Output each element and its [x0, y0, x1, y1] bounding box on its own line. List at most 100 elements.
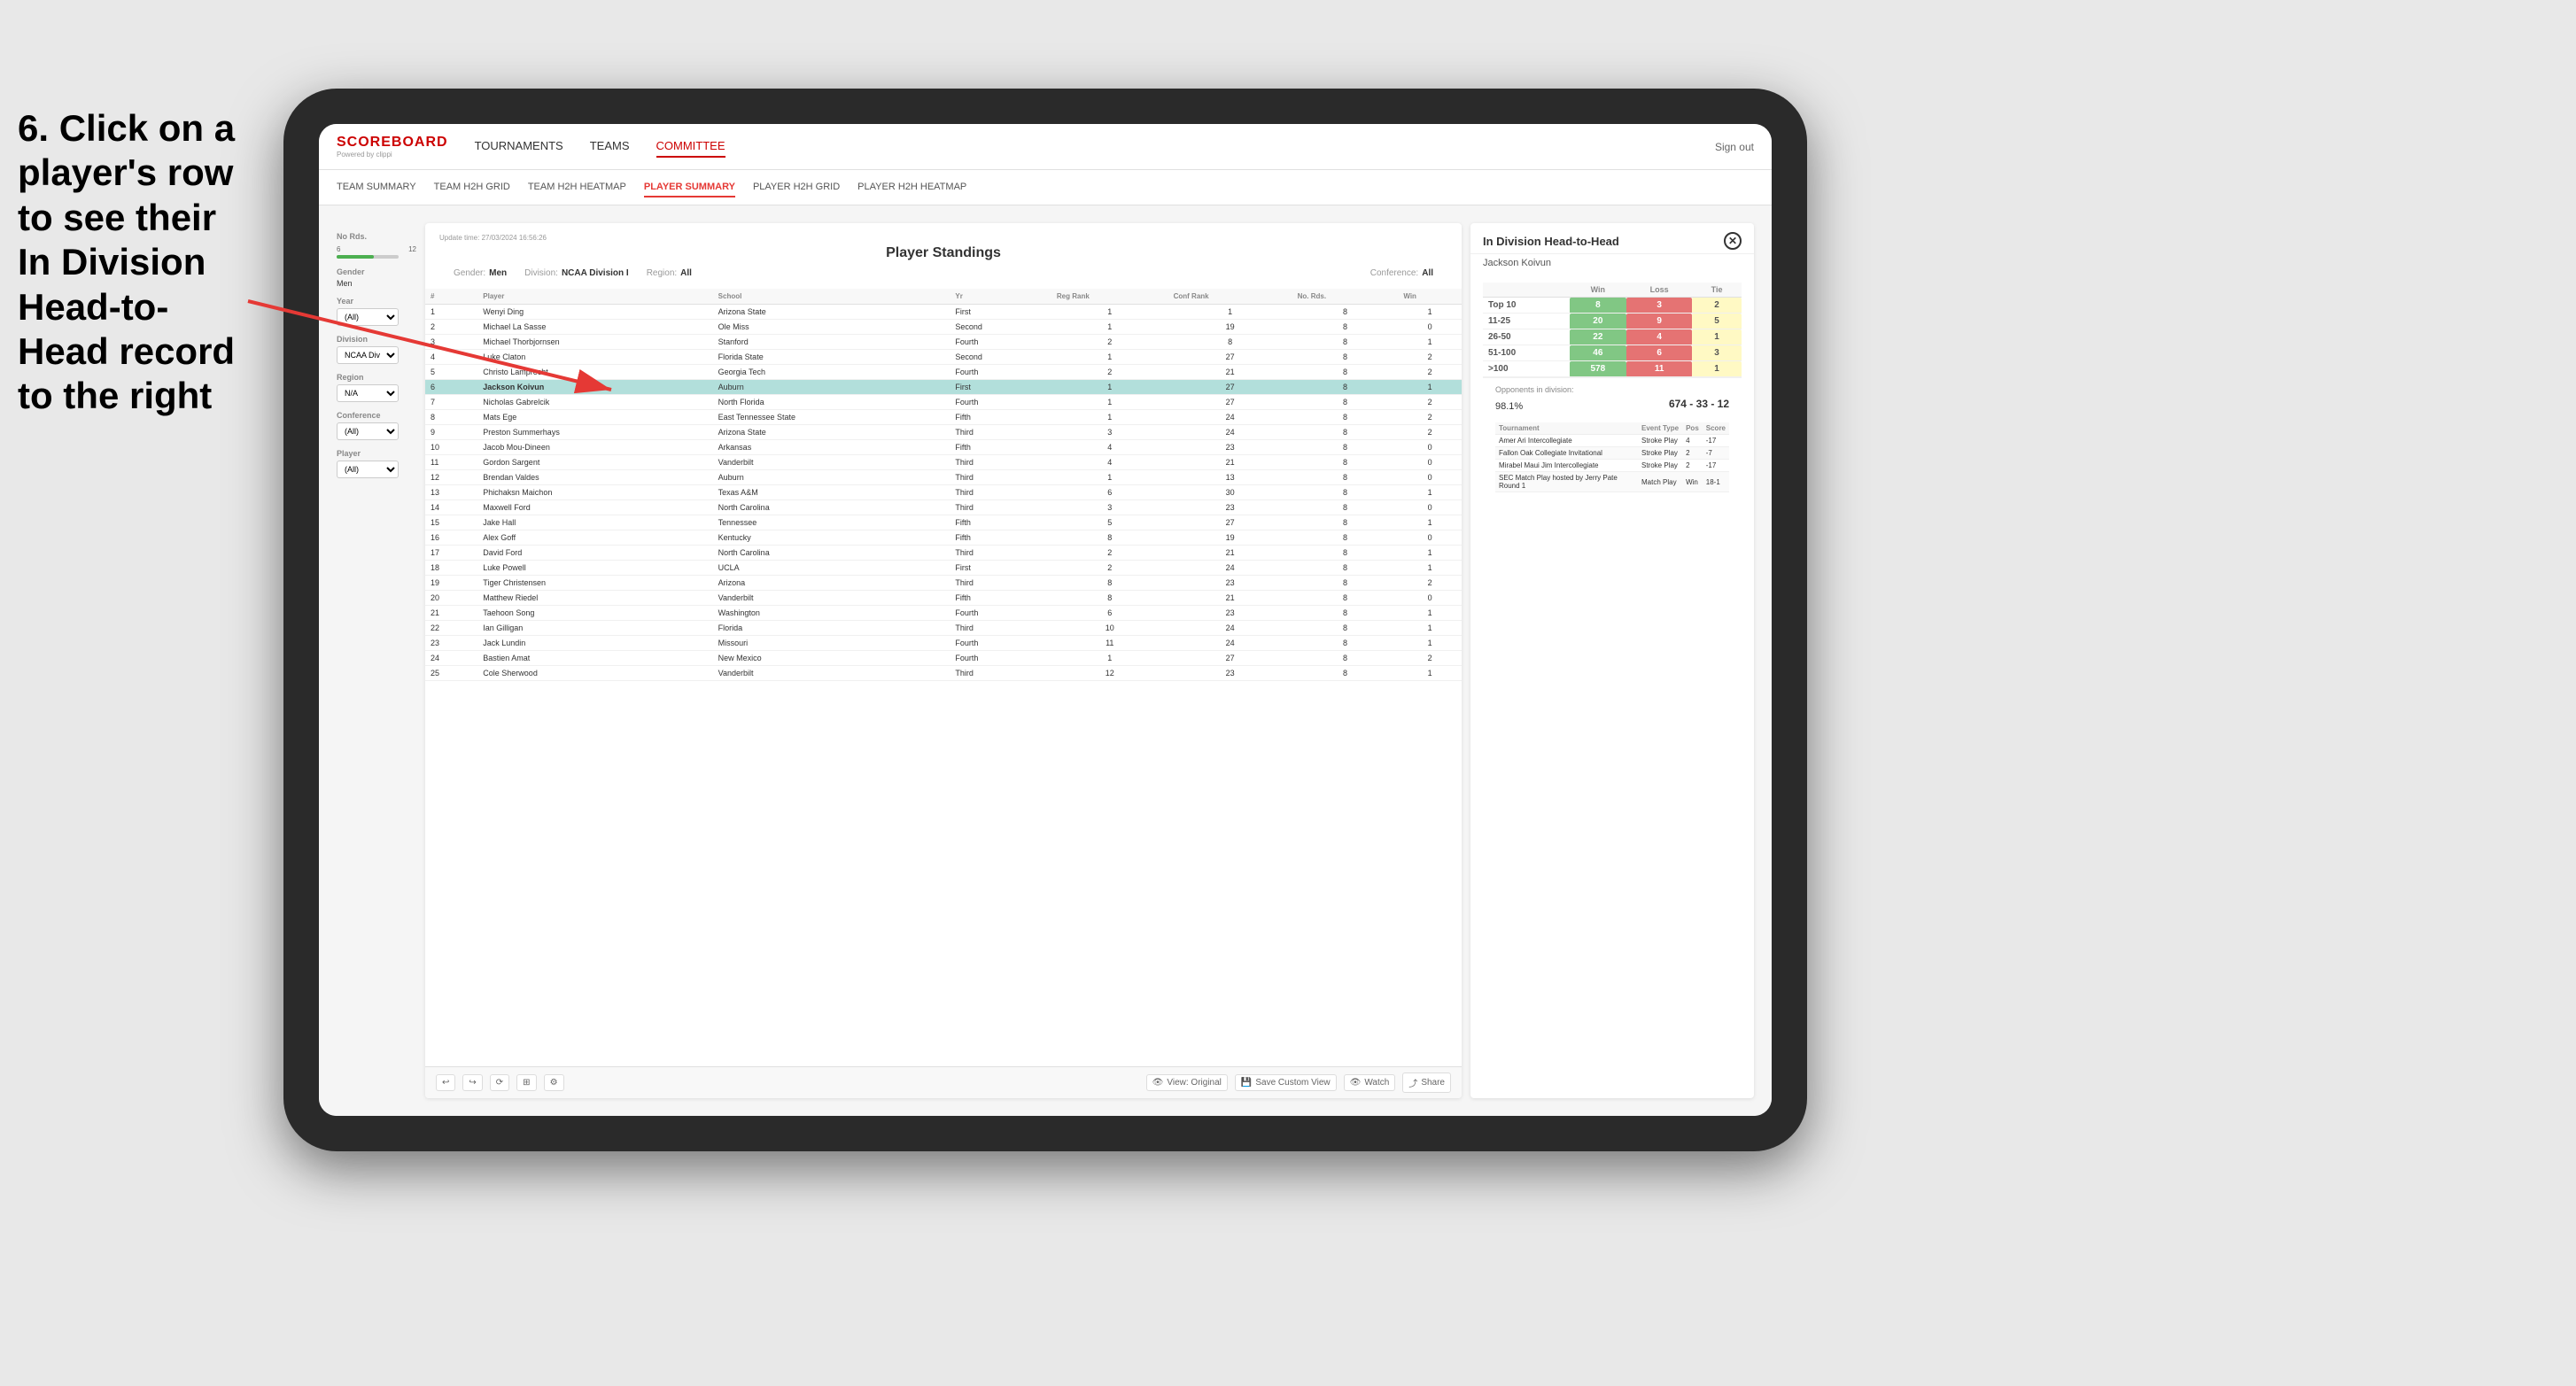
cell-reg: 1	[1051, 410, 1168, 425]
cell-win: 2	[1398, 395, 1462, 410]
redo-button[interactable]: ↪	[462, 1074, 482, 1091]
no-rds-slider[interactable]: 6 12	[337, 245, 416, 259]
table-row[interactable]: 8 Mats Ege East Tennessee State Fifth 1 …	[425, 410, 1462, 425]
cell-num: 21	[425, 606, 477, 621]
refresh-button[interactable]: ⟳	[490, 1074, 509, 1091]
cell-yr: Third	[950, 425, 1051, 440]
t-score: 18-1	[1703, 472, 1729, 492]
cell-yr: Fifth	[950, 591, 1051, 606]
nav-committee[interactable]: COMMITTEE	[656, 136, 725, 158]
cell-yr: Second	[950, 350, 1051, 365]
cell-school: Stanford	[713, 335, 950, 350]
cell-num: 5	[425, 365, 477, 380]
nav-tournaments[interactable]: TOURNAMENTS	[475, 136, 563, 158]
conference-select[interactable]: (All)	[337, 422, 399, 440]
tab-team-h2h-heatmap[interactable]: TEAM H2H HEATMAP	[528, 178, 626, 197]
t-pos: Win	[1682, 472, 1703, 492]
table-row[interactable]: 25 Cole Sherwood Vanderbilt Third 12 23 …	[425, 666, 1462, 681]
cell-player: Taehoon Song	[477, 606, 712, 621]
table-row[interactable]: 4 Luke Claton Florida State Second 1 27 …	[425, 350, 1462, 365]
instruction-text: 6. Click on a player's row to see their …	[0, 89, 257, 437]
cell-conf: 27	[1168, 515, 1292, 530]
h2h-win: 578	[1570, 361, 1626, 377]
cell-reg: 3	[1051, 425, 1168, 440]
cell-reg: 8	[1051, 576, 1168, 591]
table-row[interactable]: 13 Phichaksn Maichon Texas A&M Third 6 3…	[425, 485, 1462, 500]
undo-button[interactable]: ↩	[436, 1074, 455, 1091]
year-filter: Year (All)	[337, 297, 416, 326]
table-row[interactable]: 14 Maxwell Ford North Carolina Third 3 2…	[425, 500, 1462, 515]
tab-player-h2h-grid[interactable]: PLAYER H2H GRID	[753, 178, 840, 197]
cell-reg: 5	[1051, 515, 1168, 530]
region-select[interactable]: N/A	[337, 384, 399, 402]
cell-school: Tennessee	[713, 515, 950, 530]
cell-reg: 8	[1051, 591, 1168, 606]
table-row[interactable]: 10 Jacob Mou-Dineen Arkansas Fifth 4 23 …	[425, 440, 1462, 455]
save-custom-button[interactable]: 💾 Save Custom View	[1235, 1074, 1337, 1091]
tablet-frame: SCOREBOARD Powered by clippi TOURNAMENTS…	[283, 89, 1807, 1151]
nav-teams[interactable]: TEAMS	[590, 136, 630, 158]
cell-rds: 8	[1292, 320, 1399, 335]
cell-player: Jake Hall	[477, 515, 712, 530]
table-row[interactable]: 19 Tiger Christensen Arizona Third 8 23 …	[425, 576, 1462, 591]
table-row[interactable]: 22 Ian Gilligan Florida Third 10 24 8 1	[425, 621, 1462, 636]
h2h-row: 26-50 22 4 1	[1483, 329, 1742, 345]
year-select[interactable]: (All)	[337, 308, 399, 326]
cell-win: 1	[1398, 515, 1462, 530]
h2h-win: 46	[1570, 345, 1626, 361]
col-rds: No. Rds.	[1292, 289, 1399, 305]
cell-school: Georgia Tech	[713, 365, 950, 380]
tab-player-h2h-heatmap[interactable]: PLAYER H2H HEATMAP	[857, 178, 966, 197]
table-row[interactable]: 6 Jackson Koivun Auburn First 1 27 8 1	[425, 380, 1462, 395]
cell-conf: 23	[1168, 666, 1292, 681]
h2h-close-button[interactable]: ✕	[1724, 232, 1742, 250]
cell-reg: 6	[1051, 485, 1168, 500]
watch-button[interactable]: 👁 Watch	[1344, 1074, 1396, 1091]
cell-player: Ian Gilligan	[477, 621, 712, 636]
share-button[interactable]: ⤴ Share	[1402, 1072, 1451, 1093]
table-row[interactable]: 3 Michael Thorbjornsen Stanford Fourth 2…	[425, 335, 1462, 350]
table-row[interactable]: 1 Wenyi Ding Arizona State First 1 1 8 1	[425, 305, 1462, 320]
table-row[interactable]: 15 Jake Hall Tennessee Fifth 5 27 8 1	[425, 515, 1462, 530]
table-row[interactable]: 16 Alex Goff Kentucky Fifth 8 19 8 0	[425, 530, 1462, 546]
table-row[interactable]: 24 Bastien Amat New Mexico Fourth 1 27 8…	[425, 651, 1462, 666]
table-row[interactable]: 5 Christo Lamprecht Georgia Tech Fourth …	[425, 365, 1462, 380]
table-row[interactable]: 12 Brendan Valdes Auburn Third 1 13 8 0	[425, 470, 1462, 485]
t-type: Stroke Play	[1638, 460, 1682, 472]
table-row[interactable]: 21 Taehoon Song Washington Fourth 6 23 8…	[425, 606, 1462, 621]
table-row[interactable]: 9 Preston Summerhays Arizona State Third…	[425, 425, 1462, 440]
table-row[interactable]: 23 Jack Lundin Missouri Fourth 11 24 8 1	[425, 636, 1462, 651]
copy-button[interactable]: ⊞	[516, 1074, 536, 1091]
cell-school: Washington	[713, 606, 950, 621]
sub-nav: TEAM SUMMARY TEAM H2H GRID TEAM H2H HEAT…	[319, 170, 1772, 205]
h2h-win: 8	[1570, 298, 1626, 314]
cell-school: Ole Miss	[713, 320, 950, 335]
table-row[interactable]: 11 Gordon Sargent Vanderbilt Third 4 21 …	[425, 455, 1462, 470]
panel-gender: Gender: Men	[454, 268, 507, 278]
table-row[interactable]: 7 Nicholas Gabrelcik North Florida Fourt…	[425, 395, 1462, 410]
conference-filter: Conference (All)	[337, 411, 416, 440]
tab-team-h2h-grid[interactable]: TEAM H2H GRID	[434, 178, 510, 197]
sign-out-button[interactable]: Sign out	[1715, 141, 1754, 153]
h2h-table-container: Win Loss Tie Top 10 8 3 2 11-25 20 9 5 2…	[1470, 275, 1754, 1098]
settings-button[interactable]: ⚙	[544, 1074, 564, 1091]
cell-player: Bastien Amat	[477, 651, 712, 666]
tab-team-summary[interactable]: TEAM SUMMARY	[337, 178, 416, 197]
player-select[interactable]: (All)	[337, 461, 399, 478]
cell-school: Arizona State	[713, 425, 950, 440]
table-row[interactable]: 20 Matthew Riedel Vanderbilt Fifth 8 21 …	[425, 591, 1462, 606]
h2h-tie: 1	[1692, 329, 1742, 345]
division-select[interactable]: NCAA Division I	[337, 346, 399, 364]
cell-school: North Carolina	[713, 500, 950, 515]
tab-player-summary[interactable]: PLAYER SUMMARY	[644, 178, 735, 197]
table-row[interactable]: 17 David Ford North Carolina Third 2 21 …	[425, 546, 1462, 561]
cell-conf: 19	[1168, 530, 1292, 546]
cell-yr: Third	[950, 500, 1051, 515]
h2h-title: In Division Head-to-Head	[1483, 235, 1619, 248]
view-original-button[interactable]: 👁 View: Original	[1146, 1074, 1228, 1091]
cell-rds: 8	[1292, 666, 1399, 681]
logo-area: SCOREBOARD Powered by clippi	[337, 135, 448, 159]
table-row[interactable]: 2 Michael La Sasse Ole Miss Second 1 19 …	[425, 320, 1462, 335]
cell-player: Maxwell Ford	[477, 500, 712, 515]
table-row[interactable]: 18 Luke Powell UCLA First 2 24 8 1	[425, 561, 1462, 576]
